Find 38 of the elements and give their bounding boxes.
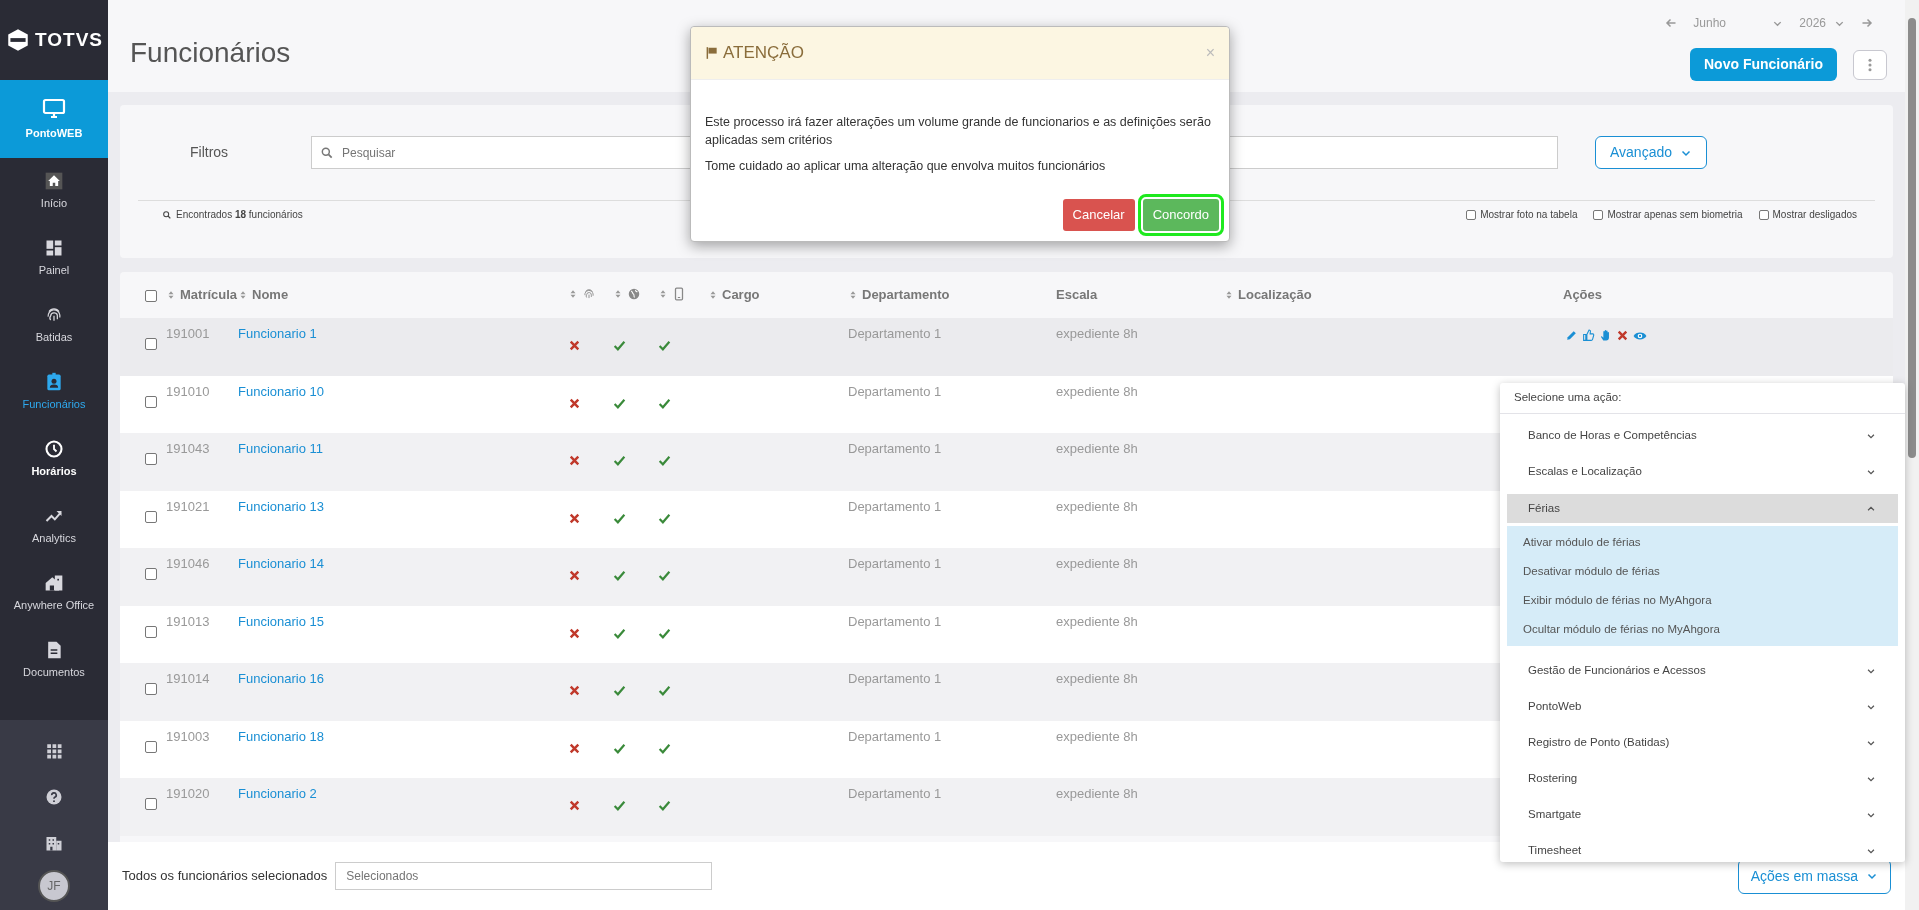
department-cell: Departamento 1 <box>848 728 942 744</box>
department-cell: Departamento 1 <box>848 441 942 456</box>
id-cell: 191001 <box>166 326 210 341</box>
logo-text: TOTVS <box>35 27 103 52</box>
schedule-cell: expediente 8h <box>1056 786 1138 801</box>
schedule-cell: expediente 8h <box>1056 383 1138 399</box>
page-title: Funcionários <box>130 36 291 70</box>
id-cell: 191003 <box>166 728 210 744</box>
selection-label: Todos os funcionários selecionados <box>122 867 328 886</box>
column-header: Escala <box>1056 286 1098 305</box>
department-cell: Departamento 1 <box>848 556 942 571</box>
id-cell: 191020 <box>166 786 210 801</box>
department-cell: Departamento 1 <box>848 671 942 686</box>
department-cell: Departamento 1 <box>848 786 942 801</box>
schedule-cell: expediente 8h <box>1056 556 1138 571</box>
department-cell: Departamento 1 <box>848 498 942 514</box>
department-cell: Departamento 1 <box>848 326 942 341</box>
schedule-cell: expediente 8h <box>1056 498 1138 514</box>
dialog-text: Tome cuidado ao aplicar uma alteração que envolva muitos funcionários <box>705 158 1107 176</box>
dialog-text: Este processo irá fazer alterações um volume grande de funcionarios e as definições serão aplicadas sem critérios <box>705 114 1212 150</box>
schedule-cell: expediente 8h <box>1056 326 1138 341</box>
dialog-title: ATENÇÃO <box>705 40 804 66</box>
filters-label: Filtros <box>189 143 230 162</box>
schedule-cell: expediente 8h <box>1056 671 1138 686</box>
department-cell: Departamento 1 <box>848 383 942 399</box>
id-cell: 191013 <box>166 613 210 629</box>
department-cell: Departamento 1 <box>848 613 942 629</box>
menu-title: Selecione uma ação: <box>1514 390 1622 406</box>
column-header: Ações <box>1563 286 1603 305</box>
schedule-cell: expediente 8h <box>1056 613 1138 629</box>
id-cell: 191014 <box>166 671 210 686</box>
id-cell: 191043 <box>166 441 210 456</box>
id-cell: 191021 <box>166 498 210 514</box>
id-cell: 191010 <box>166 383 210 399</box>
results-count: Encontrados 18 funcionários <box>176 208 303 222</box>
schedule-cell: expediente 8h <box>1056 728 1138 744</box>
id-cell: 191046 <box>166 556 210 571</box>
schedule-cell: expediente 8h <box>1056 441 1138 456</box>
